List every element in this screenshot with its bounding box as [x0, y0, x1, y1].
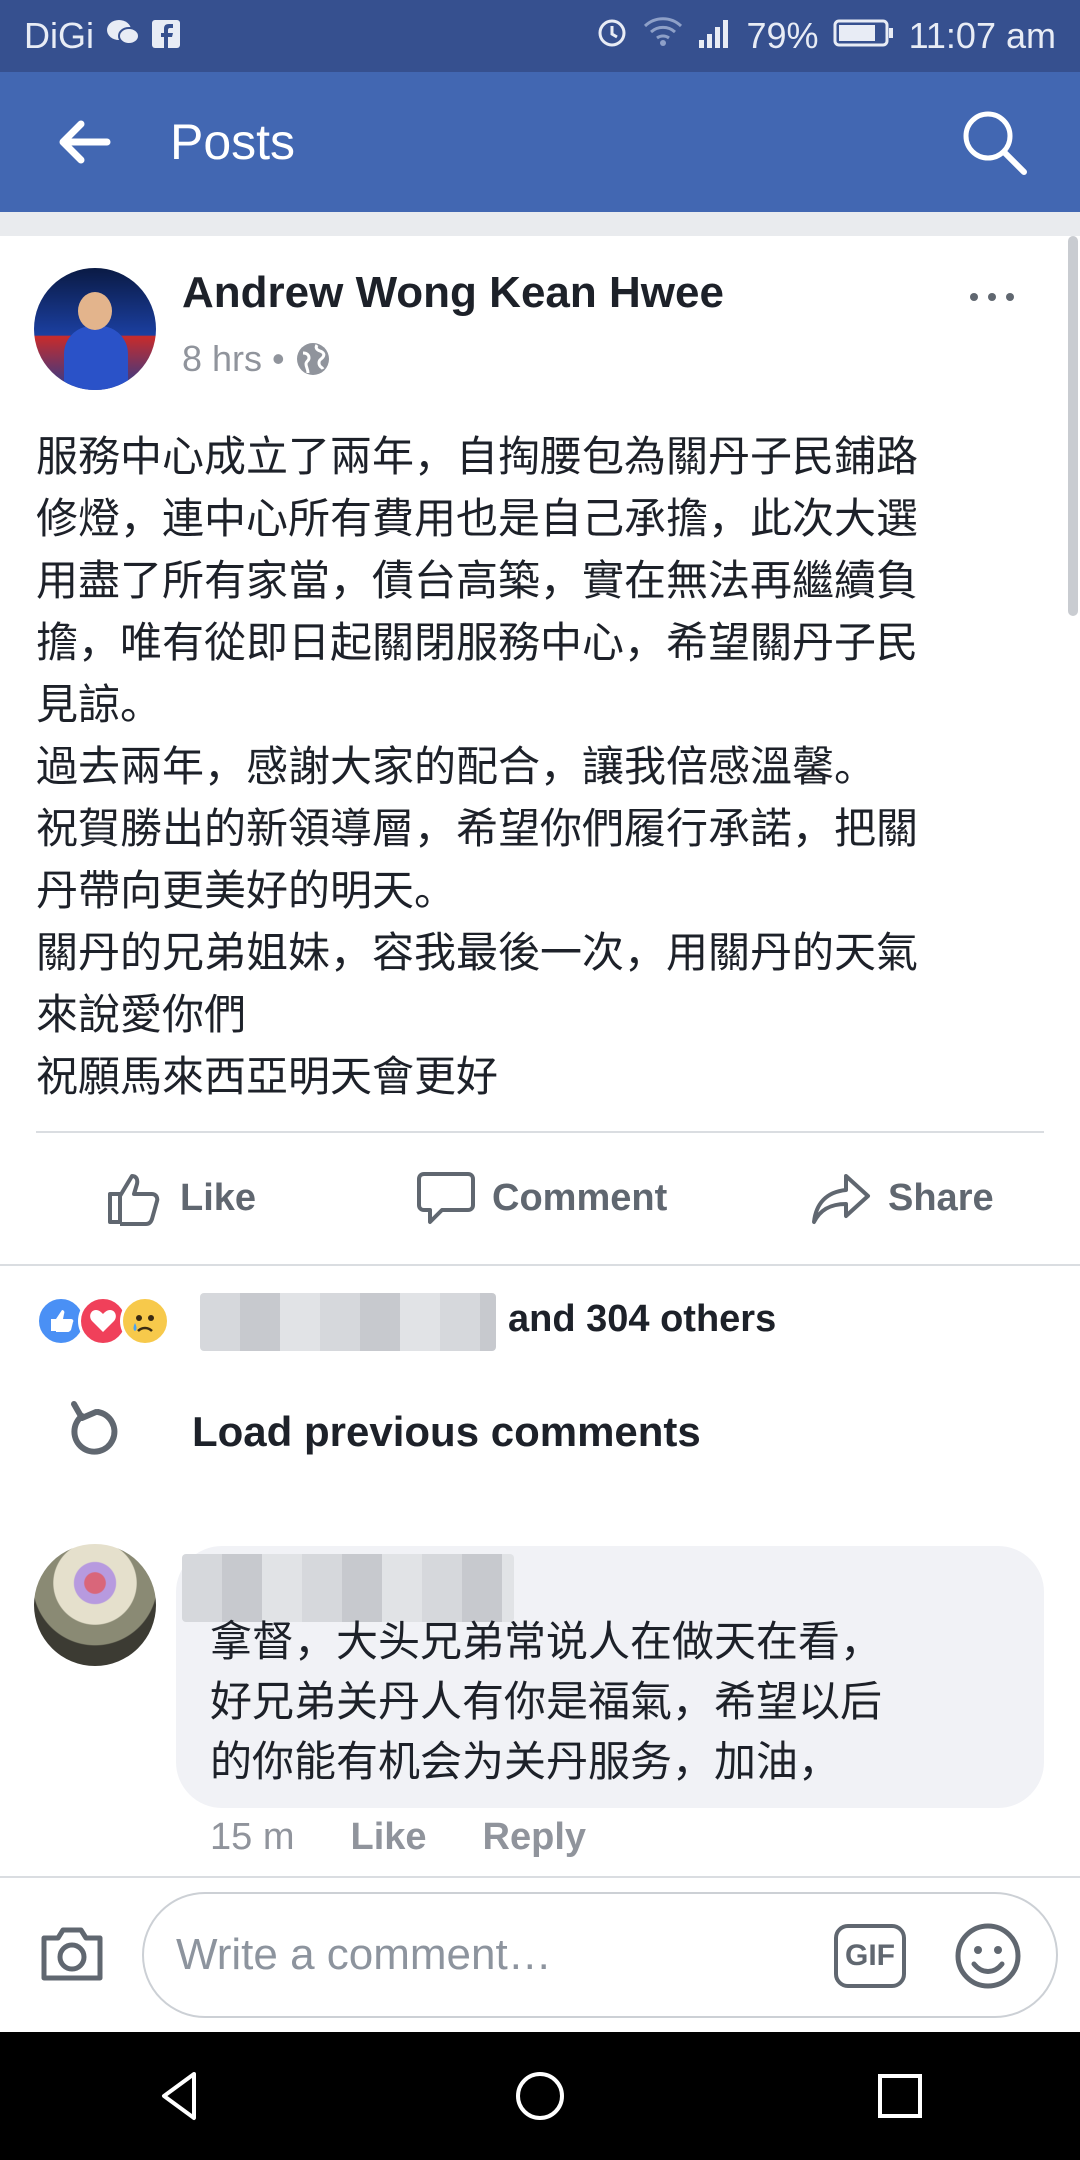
post-time[interactable]: 8 hrs	[182, 338, 262, 380]
carrier-label: DiGi	[24, 15, 94, 56]
comment-reply-button[interactable]: Reply	[483, 1816, 586, 1859]
comment-button[interactable]: Comment	[416, 1168, 667, 1228]
post-line: 丹帶向更美好的明天。	[36, 866, 457, 915]
dot-icon	[970, 293, 978, 301]
comment-bubble-icon	[417, 1172, 475, 1224]
author-avatar[interactable]	[34, 268, 156, 390]
status-bar: DiGi 79% 11:07 am	[0, 0, 1080, 72]
reaction-summary[interactable]: and 304 others	[508, 1298, 776, 1341]
back-button[interactable]	[24, 72, 144, 212]
post-line: 修燈，連中心所有費用也是自己承擔，此次大選	[36, 494, 919, 543]
comment-input[interactable]: Write a comment…	[142, 1892, 1058, 2018]
divider	[36, 1131, 1044, 1133]
share-arrow-icon	[812, 1174, 870, 1224]
battery-icon	[833, 15, 895, 57]
commenter-avatar[interactable]	[34, 1544, 156, 1666]
comment-placeholder: Write a comment…	[176, 1930, 552, 1979]
camera-button[interactable]	[36, 1918, 108, 1990]
back-arrow-icon	[59, 120, 111, 164]
camera-icon	[41, 1927, 103, 1981]
app-bar: Posts	[0, 72, 1080, 212]
like-label: Like	[180, 1176, 257, 1219]
post-line: 見諒。	[36, 680, 163, 729]
comment-text: 拿督，大头兄弟常说人在做天在看， 好兄弟关丹人有你是福氣，希望以后 的你能有机会…	[210, 1612, 1030, 1792]
post-line: 擔，唯有從即日起關閉服務中心，希望關丹子民	[36, 618, 919, 667]
nav-recents-icon[interactable]	[870, 2066, 930, 2126]
refresh-icon	[71, 1401, 118, 1455]
gif-button[interactable]: GIF	[834, 1924, 906, 1988]
post-line: 服務中心成立了兩年，自掏腰包為關丹子民鋪路	[36, 432, 919, 481]
facebook-icon	[152, 15, 180, 57]
post-line: 來說愛你們	[36, 990, 247, 1039]
nav-home-icon[interactable]	[510, 2066, 570, 2126]
post-line: 過去兩年，感謝大家的配合，讓我倍感溫馨。	[36, 742, 877, 791]
reaction-icons[interactable]	[36, 1296, 170, 1346]
blurred-names	[200, 1293, 496, 1351]
share-button[interactable]: Share	[810, 1168, 994, 1228]
post-line: 用盡了所有家當，債台高築，實在無法再繼續負	[36, 556, 919, 605]
dot-icon	[988, 293, 996, 301]
post-meta: 8 hrs •	[182, 338, 331, 380]
comment-meta: 15 m Like Reply	[210, 1816, 586, 1859]
post-line: 祝賀勝出的新領導層，希望你們履行承諾，把關	[36, 804, 919, 853]
search-button[interactable]	[934, 72, 1054, 212]
gif-label: GIF	[845, 1939, 895, 1972]
search-icon	[963, 111, 1027, 175]
wechat-icon	[106, 15, 140, 57]
post-line: 祝願馬來西亞明天會更好	[36, 1052, 499, 1101]
nav-back-icon[interactable]	[150, 2066, 210, 2126]
clock: 11:07 am	[908, 15, 1056, 56]
load-previous-comments-button[interactable]: Load previous comments	[60, 1396, 701, 1466]
comment-line: 好兄弟关丹人有你是福氣，希望以后	[210, 1677, 883, 1726]
signal-icon	[697, 15, 733, 57]
battery-percent: 79%	[746, 15, 819, 56]
comment-line: 的你能有机会为关丹服务，加油，	[210, 1737, 841, 1786]
meta-separator: •	[272, 338, 285, 379]
post-body: 服務中心成立了兩年，自掏腰包為關丹子民鋪路 修燈，連中心所有費用也是自己承擔，此…	[36, 426, 1056, 1108]
comment-line: 拿督，大头兄弟常说人在做天在看，	[210, 1617, 883, 1666]
dot-icon	[1006, 293, 1014, 301]
comment-like-button[interactable]: Like	[350, 1816, 426, 1859]
comment-label: Comment	[492, 1176, 668, 1219]
emoji-button[interactable]	[952, 1920, 1024, 1992]
post-line: 關丹的兄弟姐妹，容我最後一次，用關丹的天氣	[36, 928, 919, 977]
like-button[interactable]: Like	[104, 1168, 256, 1228]
globe-icon	[296, 343, 329, 375]
scrollbar[interactable]	[1068, 236, 1078, 616]
comment-time: 15 m	[210, 1816, 295, 1858]
more-options-button[interactable]	[970, 282, 1030, 312]
load-previous-label: Load previous comments	[192, 1408, 701, 1455]
share-label: Share	[888, 1176, 994, 1219]
smiley-icon	[955, 1923, 1021, 1989]
sad-reaction-icon	[120, 1296, 170, 1346]
thumbs-up-icon	[108, 1174, 160, 1226]
page-title: Posts	[170, 114, 296, 170]
divider	[0, 1264, 1080, 1266]
author-name[interactable]: Andrew Wong Kean Hwee	[182, 268, 724, 318]
android-nav-bar	[0, 2032, 1080, 2160]
wifi-icon	[643, 15, 683, 57]
alarm-icon	[595, 15, 629, 58]
